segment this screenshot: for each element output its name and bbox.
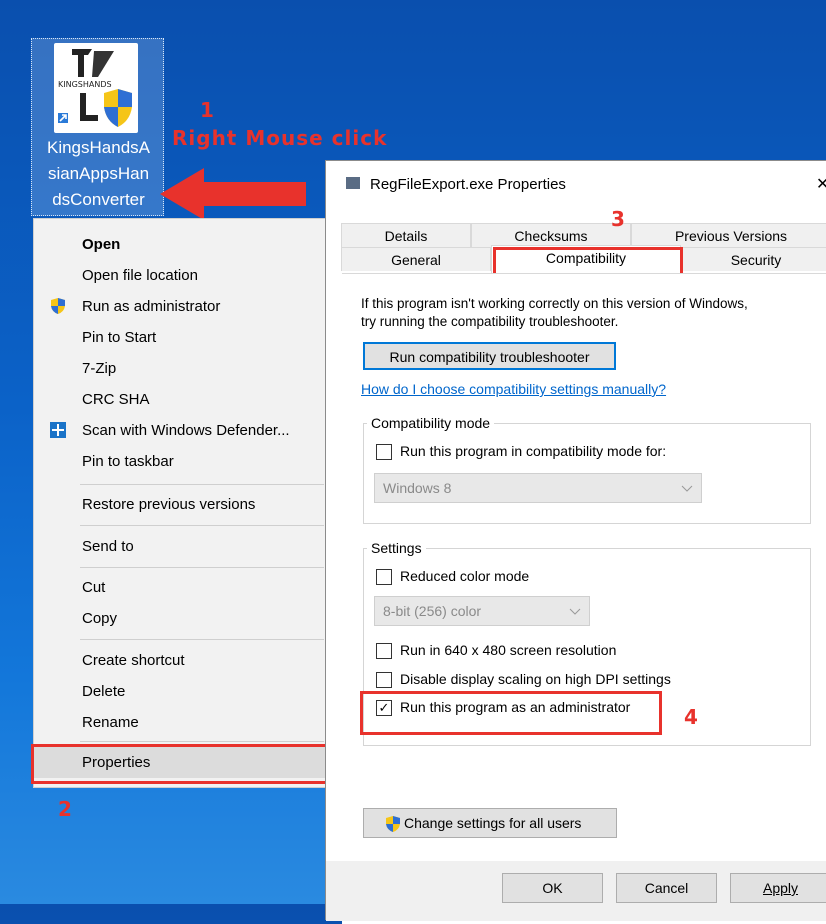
menu-item-label: Pin to taskbar: [82, 453, 174, 470]
color-mode-select: 8-bit (256) color: [374, 596, 590, 626]
tab-general[interactable]: General: [341, 247, 491, 271]
tab-checksums[interactable]: Checksums: [471, 223, 631, 247]
menu-item-open-file-location[interactable]: Open file location: [34, 260, 332, 291]
reduced-color-label: Reduced color mode: [400, 568, 530, 584]
os-version-select-value: Windows 8: [383, 480, 452, 496]
menu-separator: [80, 484, 324, 485]
menu-item-label: Rename: [82, 714, 139, 731]
menu-separator: [80, 525, 324, 526]
menu-item-crc-sha[interactable]: CRC SHA: [34, 384, 332, 415]
chevron-down-icon: [569, 608, 581, 615]
menu-item-label: Delete: [82, 683, 126, 700]
res-640-label: Run in 640 x 480 screen resolution: [400, 642, 617, 658]
color-mode-select-value: 8-bit (256) color: [383, 603, 482, 619]
intro-text-line1: If this program isn't working correctly …: [361, 296, 748, 311]
icon-label-line: KingsHandsA: [46, 138, 150, 157]
menu-item-label: Scan with Windows Defender...: [82, 422, 290, 439]
step-3-number: 3: [611, 207, 625, 231]
red-arrow-icon: [160, 168, 306, 220]
compatibility-mode-label: Compatibility mode: [367, 415, 495, 431]
menu-item-label: Pin to Start: [82, 329, 157, 346]
menu-item-send-to[interactable]: Send to: [34, 531, 332, 562]
uac-shield-icon: [49, 297, 67, 315]
uac-shield-icon: [384, 815, 402, 836]
change-all-users-label: Change settings for all users: [404, 815, 582, 831]
icon-label-line: dsConverter: [52, 190, 145, 209]
properties-highlight-box: [31, 744, 333, 784]
svg-text:KINGSHANDS: KINGSHANDS: [58, 80, 112, 89]
menu-item-7zip[interactable]: 7-Zip: [34, 353, 332, 384]
menu-item-pin-to-taskbar[interactable]: Pin to taskbar: [34, 446, 332, 477]
ok-button[interactable]: OK: [502, 873, 603, 903]
icon-label-line: sianAppsHan: [47, 164, 150, 183]
compat-mode-checkbox[interactable]: [376, 444, 392, 460]
dpi-scaling-checkbox[interactable]: [376, 672, 392, 688]
menu-item-label: Copy: [82, 610, 118, 627]
menu-item-delete[interactable]: Delete: [34, 676, 332, 707]
menu-item-restore-previous-versions[interactable]: Restore previous versions: [34, 489, 332, 520]
settings-label: Settings: [367, 540, 426, 556]
reduced-color-checkbox[interactable]: [376, 569, 392, 585]
chevron-down-icon: [681, 485, 693, 492]
defender-icon: [49, 421, 67, 439]
menu-item-label: Restore previous versions: [82, 496, 256, 513]
menu-item-copy[interactable]: Copy: [34, 603, 332, 634]
menu-separator: [80, 741, 324, 742]
menu-item-run-as-administrator[interactable]: Run as administrator: [34, 291, 332, 322]
menu-item-label: Send to: [82, 538, 134, 555]
menu-item-rename[interactable]: Rename: [34, 707, 332, 738]
menu-item-pin-to-start[interactable]: Pin to Start: [34, 322, 332, 353]
run-as-admin-highlight-box: [360, 691, 662, 735]
menu-item-label: Cut: [82, 579, 106, 596]
desktop-shortcut-icon[interactable]: KINGSHANDS KingsHandsA sianAppsHan dsCon…: [31, 38, 164, 216]
menu-item-scan-defender[interactable]: Scan with Windows Defender...: [34, 415, 332, 446]
properties-dialog: RegFileExport.exe Properties ✕ Details C…: [325, 160, 826, 924]
intro-text-line2: try running the compatibility troublesho…: [361, 314, 619, 329]
tab-details[interactable]: Details: [341, 223, 471, 247]
change-all-users-button[interactable]: Change settings for all users: [363, 808, 617, 838]
os-version-select: Windows 8: [374, 473, 702, 503]
compatibility-help-link[interactable]: How do I choose compatibility settings m…: [361, 381, 666, 397]
menu-item-label: Run as administrator: [82, 298, 221, 315]
compatibility-tab-page: If this program isn't working correctly …: [342, 273, 826, 924]
menu-item-label: Create shortcut: [82, 652, 185, 669]
step-4-number: 4: [684, 705, 698, 729]
menu-item-label: CRC SHA: [82, 391, 150, 408]
menu-item-create-shortcut[interactable]: Create shortcut: [34, 645, 332, 676]
dpi-scaling-label: Disable display scaling on high DPI sett…: [400, 671, 671, 687]
context-menu: Open Open file location Run as administr…: [33, 218, 333, 788]
step-1-label: Right Mouse click: [172, 126, 388, 150]
apply-button[interactable]: Apply: [730, 873, 826, 903]
res-640-checkbox[interactable]: [376, 643, 392, 659]
compat-mode-checkbox-label: Run this program in compatibility mode f…: [400, 443, 667, 459]
close-icon[interactable]: ✕: [816, 174, 826, 194]
cancel-button[interactable]: Cancel: [616, 873, 717, 903]
tab-security[interactable]: Security: [681, 247, 826, 271]
kingshands-app-icon: KINGSHANDS: [54, 43, 138, 133]
tab-previous-versions[interactable]: Previous Versions: [631, 223, 826, 247]
step-1-number: 1: [200, 98, 214, 122]
dialog-title: RegFileExport.exe Properties: [370, 176, 566, 193]
step-2-number: 2: [58, 797, 72, 821]
run-troubleshooter-button[interactable]: Run compatibility troubleshooter: [363, 342, 616, 370]
menu-item-label: Open: [82, 236, 121, 253]
menu-item-label: 7-Zip: [82, 360, 117, 377]
menu-separator: [80, 567, 324, 568]
menu-separator: [80, 639, 324, 640]
menu-item-label: Open file location: [82, 267, 198, 284]
menu-item-cut[interactable]: Cut: [34, 572, 332, 603]
menu-item-open[interactable]: Open: [34, 229, 332, 260]
exe-file-icon: [346, 177, 360, 189]
